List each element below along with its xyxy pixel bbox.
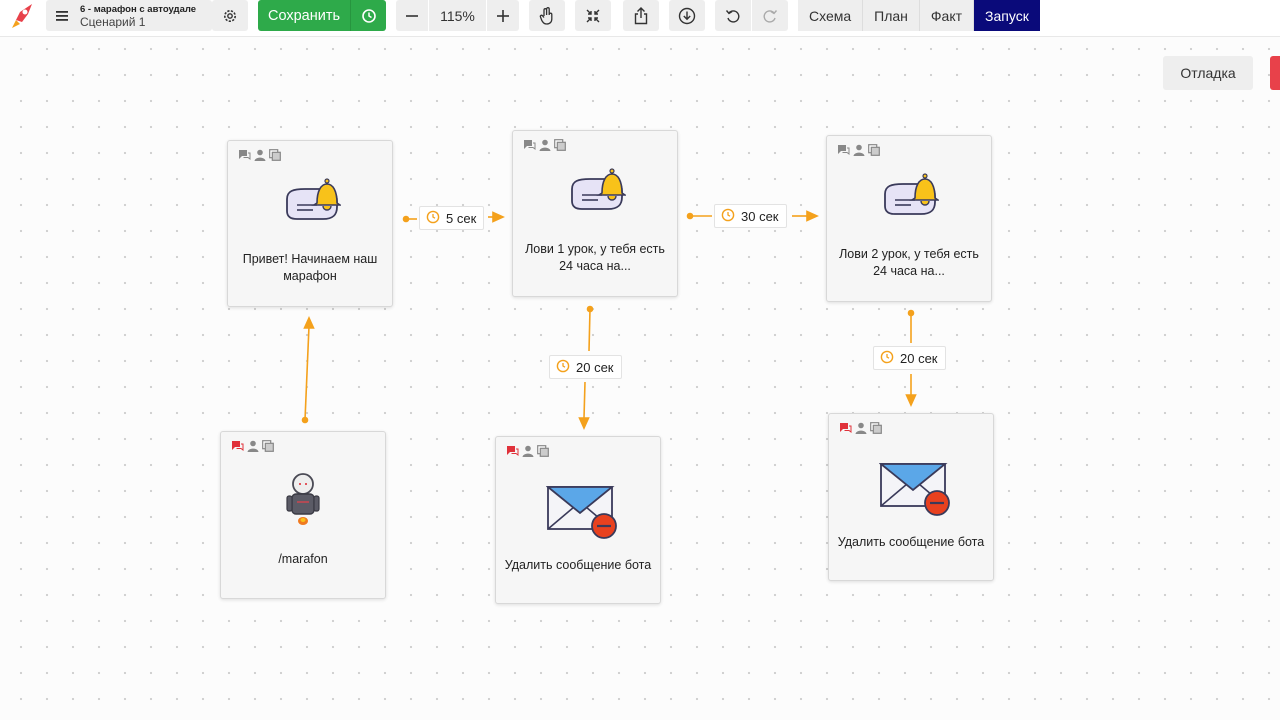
- node-text: /marafon: [278, 552, 328, 566]
- node-message-lesson1[interactable]: Лови 1 урок, у тебя есть 24 часа на...: [512, 130, 678, 297]
- undo-icon: [725, 8, 741, 24]
- redo-icon: [762, 8, 778, 24]
- delay-label[interactable]: 30 сек: [714, 204, 787, 228]
- delay-text: 5 сек: [446, 210, 477, 226]
- plus-icon: [497, 9, 509, 22]
- chat-icon-red[interactable]: [231, 439, 244, 457]
- copy-icon[interactable]: [870, 421, 882, 439]
- delay-text: 20 сек: [900, 350, 938, 366]
- copy-icon[interactable]: [868, 143, 880, 161]
- user-icon[interactable]: [539, 138, 551, 156]
- message-bell-icon: [568, 167, 628, 222]
- delay-label[interactable]: 20 сек: [873, 346, 946, 370]
- connectors-layer: [301, 210, 917, 430]
- debug-button[interactable]: Отладка: [1163, 56, 1253, 90]
- node-text: Лови 2 урок, у тебя есть 24 часа на...: [839, 247, 979, 278]
- top-toolbar: 6 - марафон с автоудале Сценарий 1 Сохра…: [0, 0, 1280, 37]
- share-button[interactable]: [623, 0, 659, 31]
- user-icon[interactable]: [855, 421, 867, 439]
- zoom-out-button[interactable]: [396, 0, 428, 31]
- stop-button-edge[interactable]: [1270, 56, 1280, 90]
- clock-icon: [721, 208, 741, 225]
- node-text: Лови 1 урок, у тебя есть 24 часа на...: [525, 242, 665, 273]
- download-button[interactable]: [669, 0, 705, 31]
- fit-screen-button[interactable]: [575, 0, 611, 31]
- zoom-level: 115%: [429, 0, 486, 31]
- share-upload-icon: [633, 6, 649, 25]
- envelope-delete-icon: [878, 462, 953, 525]
- robot-icon: [283, 472, 323, 535]
- save-history-button[interactable]: [350, 0, 386, 31]
- connector-start-greeting: [304, 325, 310, 421]
- delay-text: 30 сек: [741, 208, 779, 224]
- rocket-logo-icon[interactable]: [10, 2, 36, 30]
- hamburger-menu-icon[interactable]: [56, 10, 68, 21]
- envelope-delete-icon: [545, 485, 620, 548]
- hand-pointer-icon: [539, 6, 555, 25]
- copy-icon[interactable]: [262, 439, 274, 457]
- project-menu[interactable]: 6 - марафон с автоудале Сценарий 1: [46, 0, 212, 31]
- redo-button[interactable]: [752, 0, 788, 31]
- connector-lesson1-delete1: [588, 308, 591, 352]
- view-tabs: Схема План Факт Запуск: [798, 0, 1040, 31]
- chat-icon-red[interactable]: [839, 421, 852, 439]
- copy-icon[interactable]: [554, 138, 566, 156]
- tab-schema[interactable]: Схема: [798, 0, 864, 31]
- history-clock-icon: [361, 8, 377, 24]
- gear-icon: [222, 8, 238, 24]
- undo-button[interactable]: [715, 0, 751, 31]
- settings-button[interactable]: [212, 0, 248, 31]
- node-text: Удалить сообщение бота: [504, 558, 652, 572]
- copy-icon[interactable]: [269, 148, 281, 166]
- zoom-in-button[interactable]: [487, 0, 519, 31]
- scenario-name: Сценарий 1: [80, 14, 146, 28]
- download-circle-icon: [678, 7, 696, 25]
- delay-label[interactable]: 20 сек: [549, 355, 622, 379]
- chat-icon[interactable]: [523, 138, 536, 156]
- project-name: 6 - марафон с автоудале: [80, 3, 197, 15]
- message-bell-icon: [283, 177, 343, 232]
- node-start-command[interactable]: /marafon: [220, 431, 386, 599]
- message-bell-icon: [881, 172, 941, 227]
- node-message-lesson2[interactable]: Лови 2 урок, у тебя есть 24 часа на...: [826, 135, 992, 302]
- copy-icon[interactable]: [537, 444, 549, 462]
- clock-icon: [426, 210, 446, 227]
- delay-label[interactable]: 5 сек: [419, 206, 485, 230]
- delay-text: 20 сек: [576, 359, 614, 375]
- clock-icon: [880, 350, 900, 367]
- node-delete-message[interactable]: Удалить сообщение бота: [828, 413, 994, 581]
- tab-launch[interactable]: Запуск: [974, 0, 1040, 31]
- node-delete-message[interactable]: Удалить сообщение бота: [495, 436, 661, 604]
- save-button[interactable]: Сохранить: [258, 0, 350, 31]
- minus-icon: [406, 10, 418, 22]
- chat-icon[interactable]: [238, 148, 251, 166]
- chat-icon[interactable]: [837, 143, 850, 161]
- chat-icon-red[interactable]: [506, 444, 519, 462]
- tab-fact[interactable]: Факт: [919, 0, 975, 31]
- clock-icon: [556, 359, 576, 376]
- tab-plan[interactable]: План: [863, 0, 920, 31]
- node-text: Удалить сообщение бота: [837, 535, 985, 549]
- pan-tool-button[interactable]: [529, 0, 565, 31]
- user-icon[interactable]: [853, 143, 865, 161]
- user-icon[interactable]: [254, 148, 266, 166]
- collapse-arrows-icon: [585, 8, 601, 24]
- node-text: Привет! Начинаем наш марафон: [242, 252, 378, 283]
- user-icon[interactable]: [522, 444, 534, 462]
- node-message-greeting[interactable]: Привет! Начинаем наш марафон: [227, 140, 393, 307]
- user-icon[interactable]: [247, 439, 259, 457]
